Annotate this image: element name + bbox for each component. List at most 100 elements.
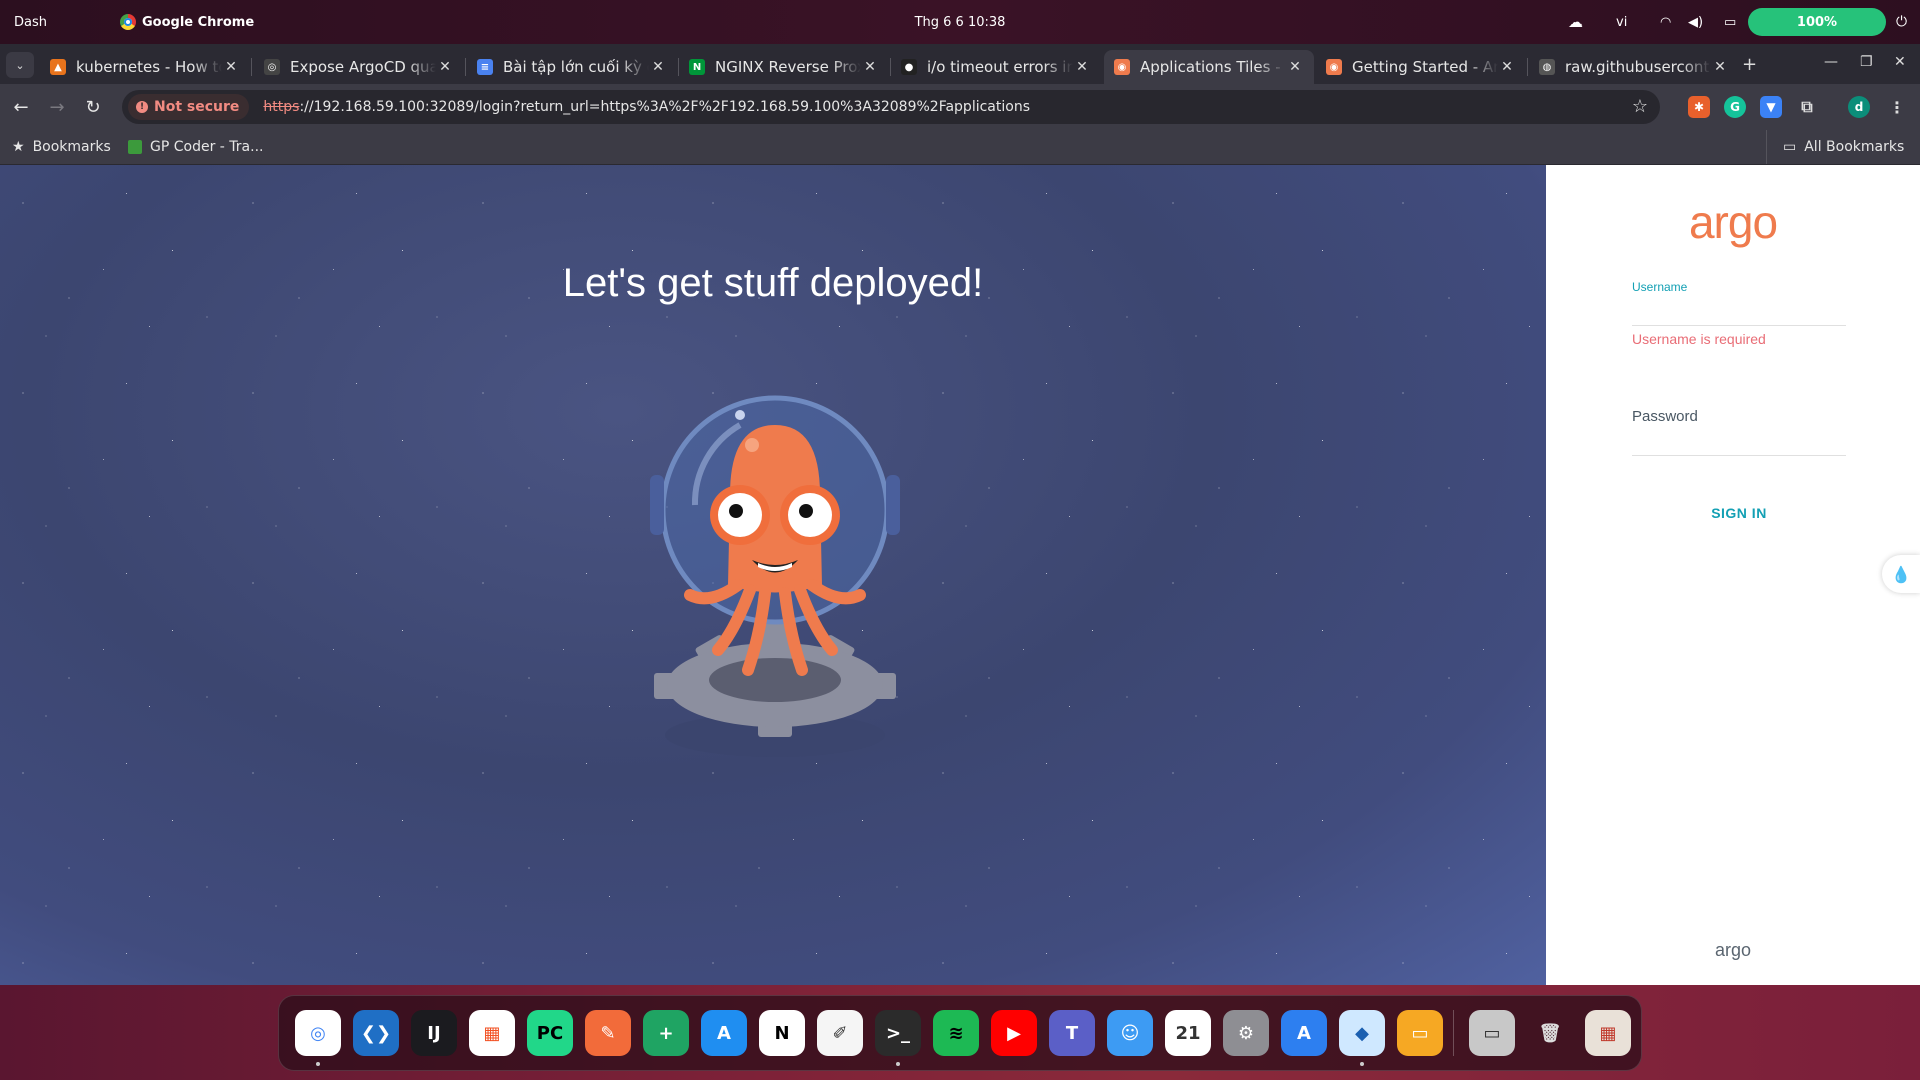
restore-icon[interactable]: ❐	[1860, 54, 1873, 70]
folder-icon: ▭	[1783, 139, 1797, 155]
dock-spotify-icon[interactable]: ≋	[933, 1010, 979, 1056]
dock-trash-icon[interactable]: 🗑	[1527, 1010, 1573, 1056]
dock-calendar-icon[interactable]: 21	[1165, 1010, 1211, 1056]
battery-level[interactable]: 100%	[1748, 8, 1886, 36]
tab-title: raw.githubusercontent.com	[1565, 58, 1711, 76]
tab-separator	[465, 58, 466, 76]
tab-title: Expose ArgoCD qua Ingress	[290, 58, 436, 76]
new-tab-plus-icon[interactable]: +	[1742, 54, 1757, 75]
tab-close-icon[interactable]: ✕	[1073, 59, 1091, 75]
browser-tab[interactable]: ◉ Getting Started - Argo CD✕	[1316, 50, 1526, 84]
back-arrow-icon[interactable]: ←	[8, 94, 34, 120]
dock-intellij-icon[interactable]: IJ	[411, 1010, 457, 1056]
browser-tab[interactable]: ◎ Expose ArgoCD qua Ingress✕	[254, 50, 464, 84]
dock-software-updater-icon[interactable]: A	[1281, 1010, 1327, 1056]
floating-helper-drop-icon[interactable]: 💧	[1882, 555, 1920, 593]
profile-avatar[interactable]: d	[1848, 96, 1870, 118]
all-bookmarks[interactable]: ▭ All Bookmarks	[1766, 130, 1904, 164]
browser-tab[interactable]: ● i/o timeout errors in ✕	[891, 50, 1101, 84]
menu-kebab-icon[interactable]: ⋮	[1886, 96, 1908, 118]
dock-youtube-icon[interactable]: ▶	[991, 1010, 1037, 1056]
tab-close-icon[interactable]: ✕	[436, 59, 454, 75]
input-language[interactable]: vi	[1616, 0, 1627, 44]
cloud-icon[interactable]: ☁	[1568, 0, 1583, 44]
tab-close-icon[interactable]: ✕	[861, 59, 879, 75]
tab-search-chevron-down-icon[interactable]: ⌄	[6, 52, 34, 78]
browser-tab[interactable]: ▲ kubernetes - How to ✕	[40, 50, 250, 84]
dock-notion-icon[interactable]: N	[759, 1010, 805, 1056]
password-field[interactable]	[1632, 428, 1846, 456]
power-icon[interactable]: ⏻	[1896, 0, 1907, 44]
dock-microsoft-store-icon[interactable]: ▦	[469, 1010, 515, 1056]
url-text[interactable]: https://192.168.59.100:32089/login?retur…	[263, 99, 1030, 115]
wifi-icon[interactable]: ◠	[1660, 0, 1671, 44]
chrome-icon	[120, 14, 136, 30]
dock-running-indicator	[1360, 1062, 1364, 1066]
bookmark-label: GP Coder - Tra...	[150, 139, 264, 155]
browser-tab[interactable]: ≡ Bài tập lớn cuối kỳ các✕	[467, 50, 677, 84]
username-label: Username	[1632, 280, 1688, 294]
dock-pen-tool-icon[interactable]: ✎	[585, 1010, 631, 1056]
extension-orange-icon[interactable]: ✱	[1688, 96, 1710, 118]
active-app-menu[interactable]: Google Chrome	[120, 0, 254, 44]
tab-favicon-icon: ◉	[1114, 59, 1130, 75]
tab-close-icon[interactable]: ✕	[1711, 59, 1729, 75]
dock-running-indicator	[316, 1062, 320, 1066]
browser-tab[interactable]: ◍ raw.githubusercontent.com✕	[1529, 50, 1739, 84]
dock-terminal-icon[interactable]: >_	[875, 1010, 921, 1056]
tab-close-icon[interactable]: ✕	[649, 59, 667, 75]
username-field[interactable]	[1632, 298, 1846, 326]
sign-in-button[interactable]: SIGN IN	[1632, 495, 1846, 531]
tab-title: Bài tập lớn cuối kỳ các	[503, 58, 649, 76]
browser-tab[interactable]: N NGINX Reverse Proxy ✕	[679, 50, 889, 84]
minimize-icon[interactable]: —	[1824, 54, 1838, 70]
dock-pycharm-icon[interactable]: PC	[527, 1010, 573, 1056]
security-chip[interactable]: ! Not secure	[128, 94, 250, 120]
tab-separator	[251, 58, 252, 76]
dock-sheets-icon[interactable]: +	[643, 1010, 689, 1056]
dock-virtualbox-icon[interactable]: ◆	[1339, 1010, 1385, 1056]
tab-close-icon[interactable]: ✕	[1498, 59, 1516, 75]
profile-initial: d	[1854, 100, 1864, 114]
dock-settings-icon[interactable]: ⚙	[1223, 1010, 1269, 1056]
tab-favicon-icon: ◎	[264, 59, 280, 75]
tab-close-icon[interactable]: ✕	[222, 59, 240, 75]
forward-arrow-icon[interactable]: →	[44, 94, 70, 120]
login-form-panel: argo Username Username is required Passw…	[1546, 165, 1920, 985]
tab-favicon-icon: ◍	[1539, 59, 1555, 75]
extension-blue-drop-icon[interactable]: ▼	[1760, 96, 1782, 118]
tab-strip: ⌄ ▲ kubernetes - How to ✕ ◎ Expose ArgoCD qu…	[0, 44, 1920, 84]
reload-icon[interactable]: ↻	[80, 94, 106, 120]
dock-finder-icon[interactable]: ☺	[1107, 1010, 1153, 1056]
argo-octopus-mascot-icon	[650, 395, 900, 757]
bookmarks-menu[interactable]: ★ Bookmarks	[12, 130, 111, 164]
clock-container: Thg 6 6 10:38	[0, 0, 1920, 44]
dock-separator	[1453, 1010, 1454, 1056]
dock-app-grid-icon[interactable]: ▦	[1585, 1010, 1631, 1056]
volume-icon[interactable]: ◀)	[1688, 0, 1703, 44]
battery-icon[interactable]: ▭	[1724, 0, 1736, 44]
close-window-icon[interactable]: ✕	[1894, 54, 1906, 70]
username-error: Username is required	[1632, 331, 1766, 347]
dock-disk-icon[interactable]: ▭	[1469, 1010, 1515, 1056]
address-bar[interactable]: ! Not secure https://192.168.59.100:3208…	[122, 90, 1660, 124]
os-top-bar: Dash Google Chrome Thg 6 6 10:38 ☁ vi ◠ …	[0, 0, 1920, 44]
password-label: Password	[1632, 408, 1698, 425]
dock-vscode-icon[interactable]: ❮❯	[353, 1010, 399, 1056]
extensions-puzzle-icon[interactable]: ⧉	[1796, 96, 1818, 118]
dock-chrome-icon[interactable]: ◎	[295, 1010, 341, 1056]
tab-favicon-icon: N	[689, 59, 705, 75]
bookmark-star-icon[interactable]: ☆	[1632, 96, 1648, 117]
clock[interactable]: Thg 6 6 10:38	[915, 15, 1006, 30]
grammarly-icon[interactable]: G	[1724, 96, 1746, 118]
tab-favicon-icon: ≡	[477, 59, 493, 75]
bookmark-gp-coder[interactable]: GP Coder - Tra...	[128, 130, 263, 164]
browser-tab[interactable]: ◉ Applications Tiles - Argo CD✕	[1104, 50, 1314, 84]
dock-slides-icon[interactable]: ▭	[1397, 1010, 1443, 1056]
dash-label: Dash	[14, 14, 47, 30]
dock-app-store-icon[interactable]: A	[701, 1010, 747, 1056]
dock-teams-icon[interactable]: T	[1049, 1010, 1095, 1056]
tab-close-icon[interactable]: ✕	[1286, 59, 1304, 75]
dock-notes-icon[interactable]: ✐	[817, 1010, 863, 1056]
dash-button[interactable]: Dash	[14, 0, 47, 44]
